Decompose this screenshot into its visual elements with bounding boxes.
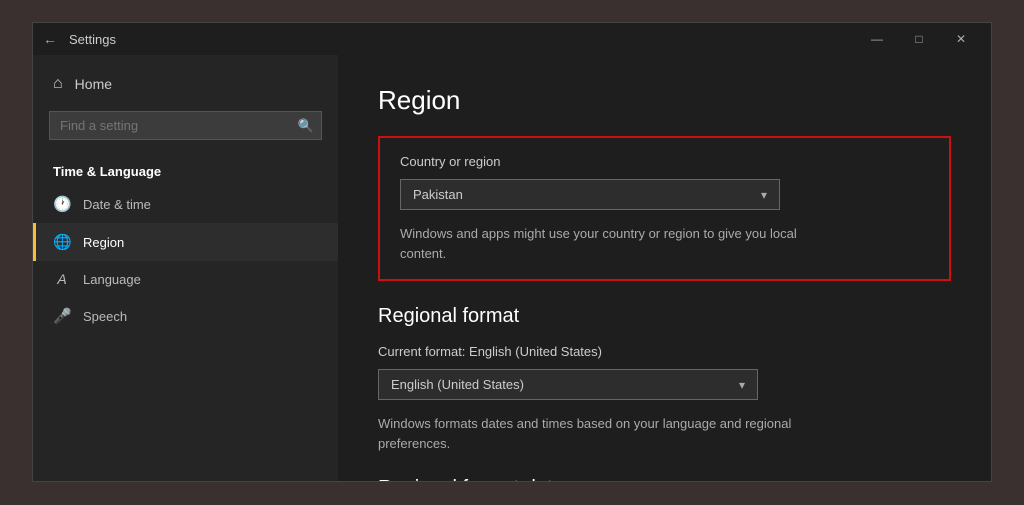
sidebar-item-speech[interactable]: 🎤 Speech	[33, 297, 338, 335]
titlebar: ← Settings — □ ✕	[33, 23, 991, 55]
regional-format-title: Regional format	[378, 305, 951, 328]
country-region-section: Country or region Pakistan ▾ Windows and…	[378, 136, 951, 281]
page-title: Region	[378, 85, 951, 116]
current-format-label: Current format: English (United States)	[378, 344, 951, 359]
sidebar-section-label: Time & Language	[33, 154, 338, 185]
regional-format-dropdown-value: English (United States)	[391, 377, 524, 392]
search-input[interactable]	[49, 111, 322, 140]
minimize-button[interactable]: —	[857, 23, 897, 55]
country-section-description: Windows and apps might use your country …	[400, 224, 820, 263]
sidebar-item-label: Speech	[83, 309, 127, 324]
settings-window: ← Settings — □ ✕ ⌂ Home 🔍 Time & Languag…	[32, 22, 992, 482]
sidebar: ⌂ Home 🔍 Time & Language 🕐 Date & time 🌐…	[33, 55, 338, 481]
back-button[interactable]: ←	[43, 31, 57, 47]
country-dropdown[interactable]: Pakistan ▾	[400, 179, 780, 210]
globe-icon: 🌐	[53, 233, 71, 251]
chevron-down-icon-2: ▾	[739, 378, 745, 392]
window-title: Settings	[69, 32, 116, 47]
content-area: ⌂ Home 🔍 Time & Language 🕐 Date & time 🌐…	[33, 55, 991, 481]
window-controls: — □ ✕	[857, 23, 981, 55]
language-icon: A	[53, 271, 71, 287]
chevron-down-icon: ▾	[761, 188, 767, 202]
main-content: Region Country or region Pakistan ▾ Wind…	[338, 55, 991, 481]
sidebar-item-label: Date & time	[83, 197, 151, 212]
regional-format-data-title: Regional format data	[378, 477, 951, 481]
regional-format-description: Windows formats dates and times based on…	[378, 414, 798, 453]
search-icon: 🔍	[298, 118, 314, 134]
microphone-icon: 🎤	[53, 307, 71, 325]
sidebar-item-date-time[interactable]: 🕐 Date & time	[33, 185, 338, 223]
search-box: 🔍	[49, 111, 322, 140]
sidebar-item-label: Language	[83, 272, 141, 287]
sidebar-item-home[interactable]: ⌂ Home	[33, 65, 338, 103]
clock-icon: 🕐	[53, 195, 71, 213]
country-section-label: Country or region	[400, 154, 929, 169]
maximize-button[interactable]: □	[899, 23, 939, 55]
home-icon: ⌂	[53, 75, 63, 93]
sidebar-item-label: Region	[83, 235, 124, 250]
close-button[interactable]: ✕	[941, 23, 981, 55]
sidebar-item-language[interactable]: A Language	[33, 261, 338, 297]
regional-format-dropdown[interactable]: English (United States) ▾	[378, 369, 758, 400]
home-label: Home	[75, 76, 112, 92]
sidebar-item-region[interactable]: 🌐 Region	[33, 223, 338, 261]
country-dropdown-value: Pakistan	[413, 187, 463, 202]
